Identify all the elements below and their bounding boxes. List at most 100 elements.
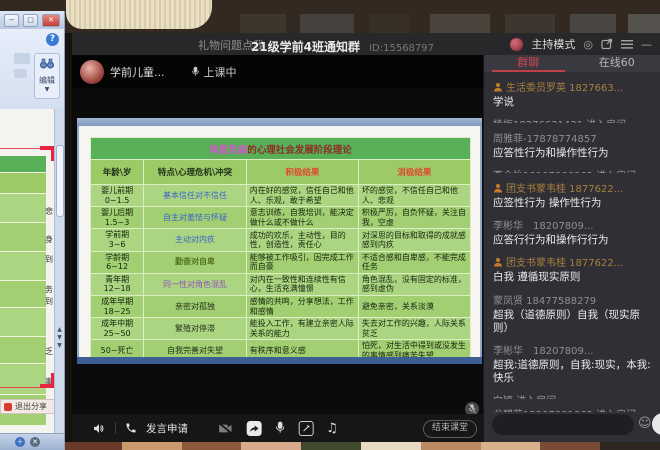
whiteboard-edit-icon[interactable] — [298, 421, 313, 436]
ribbon-edit-label: 编辑 — [35, 75, 59, 86]
help-icon[interactable]: ? — [46, 33, 59, 46]
office-statusbar: ＋ ✕ — [0, 433, 64, 450]
table-row: 青年期12~18同一性对角色混乱对内在一致性和连续性有信心，生活充满憧憬角色混乱… — [91, 273, 471, 295]
office-titlebar: − □ ✕ — [0, 11, 64, 29]
chat-sender-name: 蒙凤贤 18477588279 — [493, 292, 652, 307]
stage-table-body: 婴儿前期0~1.5基本信任对不信任内在好的感觉，信任自己和他人、乐观，敢于希望坏… — [91, 185, 471, 362]
table-header-row: 年龄\岁 特点\心理危机\冲突 积极结果 消极结果 — [91, 160, 471, 185]
wallpaper-lamp — [66, 0, 212, 29]
chat-message-text: 应答行行为和操作行行为 — [493, 234, 652, 247]
tab-online-count[interactable]: 在线60 — [573, 55, 660, 72]
popout-icon[interactable] — [601, 38, 613, 50]
chevron-down-icon: ▼ — [35, 86, 59, 93]
chat-message-text: 超我（道德原则）自我（现实原则） — [493, 309, 652, 335]
system-message: 李金怡18107866863 进入房间 — [493, 167, 652, 173]
exit-share-button[interactable]: 退出分享 — [0, 399, 58, 414]
system-message: 龙碧莹13397881862 进入房间 — [493, 406, 652, 412]
chat-message-text: 应答性行为和操作性行为 — [493, 147, 652, 160]
record-icon — [4, 403, 12, 411]
desktop-wallpaper-top — [0, 0, 660, 33]
admin-badge-icon — [493, 257, 503, 267]
binoculars-icon — [39, 58, 55, 69]
camera-off-icon[interactable] — [217, 422, 233, 435]
table-title: 埃里克森的心理社会发展阶段理论 — [91, 138, 471, 160]
system-message: 向颖 进入房间 — [493, 392, 652, 398]
classroom-app-window: 礼物问题点我 21级学前4班通知群 ID:15568797 主持模式 ◎ — 学… — [72, 33, 660, 442]
shared-window-frame: 埃里克森的心理社会发展阶段理论 年龄\岁 特点\心理危机\冲突 积极结果 消极结… — [77, 118, 482, 364]
emoji-icon[interactable]: ☺ — [638, 416, 652, 431]
shared-document-page: 埃里克森的心理社会发展阶段理论 年龄\岁 特点\心理危机\冲突 积极结果 消极结… — [79, 126, 480, 357]
send-button[interactable] — [652, 413, 660, 435]
room-title: 21级学前4班通知群 — [251, 40, 360, 54]
office-minimize-button[interactable]: − — [4, 14, 19, 27]
phone-icon[interactable] — [125, 422, 137, 434]
chat-message-text: 学说 — [493, 96, 652, 109]
chat-message-text: 白我 遵循现实原则 — [493, 271, 652, 284]
sidebar-tabs: 群聊 在线60 — [484, 55, 660, 72]
chat-message-list[interactable]: 生活委员罗英 1827663... 学说杨梅18276631431 进入房间周雅菲… — [484, 72, 660, 412]
chat-sender-name: 团支书蒙韦桂 1877622... — [493, 180, 652, 195]
speaker-icon[interactable] — [92, 422, 106, 435]
host-avatar — [510, 38, 523, 51]
office-close-button[interactable]: ✕ — [42, 14, 60, 27]
chat-message: 蒙凤贤 18477588279 超我（道德原则）自我（现实原则） — [493, 292, 652, 335]
chat-message: 生活委员罗英 1827663... 学说 — [493, 79, 652, 109]
presenter-avatar[interactable] — [80, 60, 104, 84]
erikson-stage-table: 埃里克森的心理社会发展阶段理论 年龄\岁 特点\心理危机\冲突 积极结果 消极结… — [90, 137, 471, 362]
room-id: ID:15568797 — [369, 43, 434, 54]
ribbon-edit-button[interactable]: 编辑 ▼ — [34, 53, 60, 99]
chat-message: 李彬华 18207809... 应答行行为和操作行行为 — [493, 217, 652, 247]
chat-sender-name: 李彬华 18207809... — [493, 342, 652, 357]
presenter-row: 学前儿童... 上课中 — [72, 55, 483, 88]
chat-message-text: 超我:道德原则，自我:现实，本我:快乐 — [493, 359, 652, 385]
table-row: 成年中期25~50繁殖对停滞能投入工作，有建立亲密人际关系的能力失去对工作的兴趣… — [91, 318, 471, 340]
chat-sender-name: 李彬华 18207809... — [493, 217, 652, 232]
desktop-wallpaper-bottom — [62, 442, 660, 450]
app-titlebar: 礼物问题点我 21级学前4班通知群 ID:15568797 主持模式 ◎ — — [72, 33, 660, 55]
end-class-button[interactable]: 结束课堂 — [423, 420, 477, 438]
status-close-icon[interactable]: ✕ — [30, 437, 40, 447]
office-document-window: − □ ✕ ? 编辑 ▼ — [0, 11, 65, 450]
share-screen-icon[interactable] — [246, 421, 261, 436]
bottom-toolbar: 发言申请 ♫ 结束课堂 — [72, 414, 483, 442]
table-row: 成年早期18~25亲密对孤独感情的共鸣，分享想法，工作和感情避免亲密，关系淡漠 — [91, 295, 471, 317]
toolbar-mic-icon[interactable] — [274, 421, 285, 435]
class-status-label: 上课中 — [204, 64, 237, 80]
office-ribbon: ? 编辑 ▼ — [0, 29, 64, 110]
speak-request-button[interactable]: 发言申请 — [146, 421, 188, 436]
chat-message: 李彬华 18207809... 超我:道德原则，自我:现实，本我:快乐 — [493, 342, 652, 385]
table-row: 学前期3~6主动对内疚成功的欢乐，主动性，目的性，创造性，责任心对深思的目标和取… — [91, 229, 471, 251]
table-row: 婴儿前期0~1.5基本信任对不信任内在好的感觉，信任自己和他人、乐观，敢于希望坏… — [91, 185, 471, 207]
chat-message: 团支书蒙韦桂 1877622... 白我 遵循现实原则 — [493, 254, 652, 284]
chat-message: 周雅菲-17878774857 应答性行为和操作性行为 — [493, 130, 652, 160]
scrollbar-thumb[interactable] — [56, 145, 64, 217]
table-row: 婴儿后期1.5~3自主对羞怯与怀疑意志训练，自我培训，能决定做什么或不做什么积极… — [91, 207, 471, 229]
presenter-name: 学前儿童... — [110, 64, 165, 80]
admin-badge-icon — [493, 183, 503, 193]
office-maximize-button[interactable]: □ — [23, 14, 38, 27]
chat-input[interactable] — [492, 414, 634, 435]
chat-sender-name: 生活委员罗英 1827663... — [493, 79, 652, 94]
chat-message: 团支书蒙韦桂 1877622... 应签性行为 操作性行为 — [493, 180, 652, 210]
minimize-icon[interactable]: — — [641, 39, 652, 50]
system-message: 杨梅18276631431 进入房间 — [493, 116, 652, 122]
tab-group-chat[interactable]: 群聊 — [484, 55, 573, 72]
scroll-page-buttons[interactable]: ▲▼▼ — [55, 326, 64, 350]
host-mode-label[interactable]: 主持模式 — [531, 36, 575, 52]
screen-capture-region — [0, 148, 55, 388]
chat-sender-name: 团支书蒙韦桂 1877622... — [493, 254, 652, 269]
main-stage-column: 学前儿童... 上课中 埃里克森的心理社会发展阶段理论 — [72, 55, 483, 442]
document-scrollbar[interactable] — [54, 109, 64, 439]
table-row: 学龄期6~12勤奋对自卑能够被工作吸引，因完成工作而自豪不适合感和自卑感，不能完… — [91, 251, 471, 273]
screen-share-stage: 埃里克森的心理社会发展阶段理论 年龄\岁 特点\心理危机\冲突 积极结果 消极结… — [72, 88, 483, 414]
chat-sidebar: 群聊 在线60 生活委员罗英 1827663... 学说杨梅18276631431… — [483, 55, 660, 442]
admin-badge-icon — [493, 82, 503, 92]
chat-sender-name: 周雅菲-17878774857 — [493, 130, 652, 145]
chat-input-row: ☺ — [484, 413, 660, 437]
status-circle-icon[interactable]: ＋ — [15, 437, 25, 447]
chat-message-text: 应签性行为 操作性行为 — [493, 197, 652, 210]
mic-icon — [191, 66, 200, 78]
menu-icon[interactable] — [621, 40, 633, 49]
music-icon[interactable]: ♫ — [326, 422, 338, 435]
record-mode-icon[interactable]: ◎ — [583, 39, 593, 50]
